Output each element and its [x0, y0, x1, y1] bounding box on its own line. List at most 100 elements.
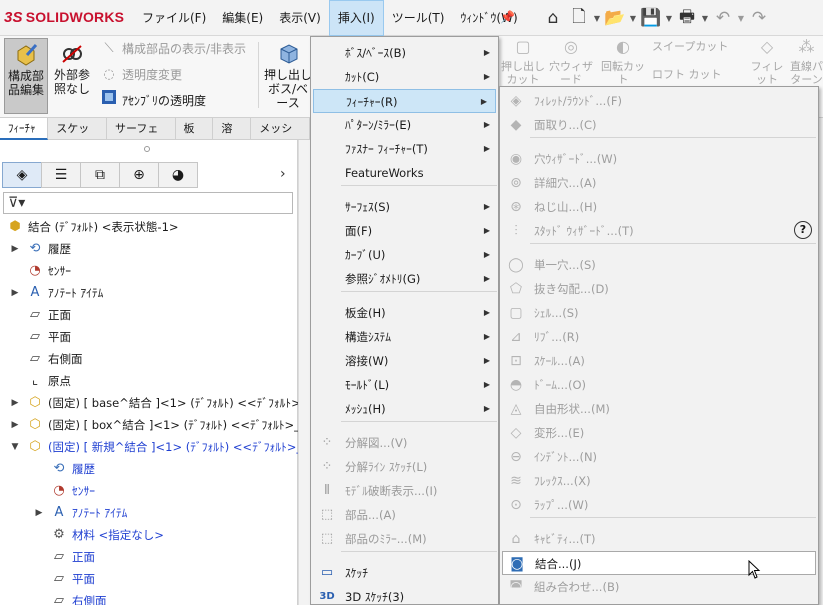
chevron-down-icon[interactable]: ▼: [628, 14, 638, 23]
tree-item[interactable]: ▶ A ｱﾉﾃｰﾄ ｱｲﾃﾑ: [0, 502, 298, 524]
help-icon[interactable]: ?: [794, 221, 812, 239]
save-icon[interactable]: 💾: [638, 4, 664, 32]
print-icon[interactable]: 🖶: [674, 4, 700, 32]
insert-menu-face[interactable]: 面(F) ▶: [311, 219, 498, 243]
insert-menu-explode-line-sketch[interactable]: ⁘ 分解ﾗｲﾝ ｽｹｯﾁ(L): [311, 455, 498, 479]
undo-icon[interactable]: ↶: [710, 4, 736, 32]
insert-menu-features[interactable]: ﾌｨｰﾁｬｰ(R) ▶: [313, 89, 496, 113]
tree-item[interactable]: ▼ ⬡ (固定) [ 新規^結合 ]<1> (ﾃﾞﾌｫﾙﾄ) <<ﾃﾞﾌｫﾙﾄ>_表: [0, 436, 298, 458]
feature-menu-deform[interactable]: ◇ 変形...(E): [500, 421, 818, 445]
tree-item[interactable]: ⬢ 結合 (ﾃﾞﾌｫﾙﾄ) <表示状態-1>: [0, 216, 298, 238]
tree-item[interactable]: ▶ A ｱﾉﾃｰﾄ ｱｲﾃﾑ: [0, 282, 298, 304]
feature-menu-thread[interactable]: ⊛ ねじ山...(H): [500, 195, 818, 219]
insert-menu-curve[interactable]: ｶｰﾌﾞ(U) ▶: [311, 243, 498, 267]
feature-menu-draft[interactable]: ⬠ 抜き勾配...(D): [500, 277, 818, 301]
feature-menu-wrap[interactable]: ⊙ ﾗｯﾌﾟ...(W): [500, 493, 818, 517]
tree-item[interactable]: ⌞ 原点: [0, 370, 298, 392]
fillet-button[interactable]: ◇ フィレット: [748, 39, 786, 87]
tree-item[interactable]: ⟲ 履歴: [0, 458, 298, 480]
pane-grip-handle[interactable]: [144, 146, 150, 152]
redo-icon[interactable]: ↷: [746, 4, 772, 32]
insert-menu-boss-base[interactable]: ﾎﾞｽ/ﾍﾞｰｽ(B) ▶: [311, 41, 498, 65]
feature-menu-advanced-hole[interactable]: ⊚ 詳細穴...(A): [500, 171, 818, 195]
tab-sketch[interactable]: スケッチ: [48, 118, 108, 157]
revolve-cut-button[interactable]: ◐ 回転カット: [598, 39, 648, 87]
loft-cut-button[interactable]: ロフト カット: [652, 68, 736, 81]
change-transparency-button[interactable]: ◌ 透明度変更: [100, 64, 182, 86]
tree-item[interactable]: ▶ ⬡ (固定) [ box^結合 ]<1> (ﾃﾞﾌｫﾙﾄ) <<ﾃﾞﾌｫﾙﾄ>_…: [0, 414, 298, 436]
expand-arrow-icon[interactable]: ▶: [10, 414, 20, 436]
edit-component-button[interactable]: 構成部品編集: [4, 38, 48, 114]
feature-menu-indent[interactable]: ⊖ ｲﾝﾃﾞﾝﾄ...(N): [500, 445, 818, 469]
new-document-icon[interactable]: 🗋: [566, 4, 592, 32]
feature-menu-stud-wizard[interactable]: ⫶ ｽﾀｯﾄﾞ ｳｨｻﾞｰﾄﾞ...(T): [500, 219, 818, 243]
insert-menu-part[interactable]: ⬚ 部品...(A): [311, 503, 498, 527]
feature-manager-tab[interactable]: ◈: [2, 162, 42, 188]
tree-item[interactable]: ▱ 右側面: [0, 348, 298, 370]
configuration-manager-tab[interactable]: ⧉: [80, 162, 120, 188]
menu-view[interactable]: 表示(V): [271, 0, 329, 36]
assembly-transparency-button[interactable]: ｱｾﾝﾌﾞﾘの透明度: [100, 90, 206, 112]
no-external-ref-button[interactable]: 外部参照なし: [50, 38, 94, 114]
dimxpert-tab[interactable]: ⊕: [119, 162, 159, 188]
show-hide-components-button[interactable]: ⟍ 構成部品の表示/非表示: [100, 38, 246, 60]
insert-menu-cut[interactable]: ｶｯﾄ(C) ▶: [311, 65, 498, 89]
chevron-down-icon[interactable]: ▼: [592, 14, 602, 23]
sweep-cut-button[interactable]: スイープカット: [652, 40, 736, 53]
feature-menu-join[interactable]: ◚ 組み合わせ...(B): [500, 575, 818, 599]
insert-menu-mesh[interactable]: ﾒｯｼｭ(H) ▶: [311, 397, 498, 421]
property-manager-tab[interactable]: ☰: [41, 162, 81, 188]
menu-file[interactable]: ファイル(F): [134, 0, 214, 36]
tab-features[interactable]: ﾌｨｰﾁｬｰ: [0, 118, 49, 157]
feature-menu-fillet[interactable]: ◈ ﾌｨﾚｯﾄ/ﾗｳﾝﾄﾞ...(F): [500, 89, 818, 113]
insert-menu-surface[interactable]: ｻｰﾌｪｽ(S) ▶: [311, 195, 498, 219]
insert-menu-model-break-view[interactable]: ⫴ ﾓﾃﾞﾙ破断表示...(I): [311, 479, 498, 503]
tree-item[interactable]: ▱ 正面: [0, 304, 298, 326]
tree-item[interactable]: ⚙ 材料 <指定なし>: [0, 524, 298, 546]
tab-surfaces[interactable]: サーフェス: [107, 118, 176, 157]
tree-item[interactable]: ▱ 右側面: [0, 590, 298, 605]
tree-filter-box[interactable]: ⊽▾: [3, 192, 293, 214]
insert-menu-pattern-mirror[interactable]: ﾊﾟﾀｰﾝ/ﾐﾗｰ(E) ▶: [311, 113, 498, 137]
expand-arrow-icon[interactable]: ▶: [10, 392, 20, 414]
tree-item[interactable]: ▱ 平面: [0, 326, 298, 348]
tree-item[interactable]: ▶ ⟲ 履歴: [0, 238, 298, 260]
feature-menu-scale[interactable]: ⊡ ｽｹｰﾙ...(A): [500, 349, 818, 373]
feature-menu-flex[interactable]: ≋ ﾌﾚｯｸｽ...(X): [500, 469, 818, 493]
feature-menu-cavity[interactable]: ⌂ ｷｬﾋﾞﾃｨ...(T): [500, 527, 818, 551]
home-icon[interactable]: ⌂: [540, 4, 566, 32]
insert-menu-sheet-metal[interactable]: 板金(H) ▶: [311, 301, 498, 325]
tree-item[interactable]: ▱ 平面: [0, 568, 298, 590]
feature-menu-simple-hole[interactable]: ◯ 単一穴...(S): [500, 253, 818, 277]
feature-menu-dome[interactable]: ◓ ﾄﾞｰﾑ...(O): [500, 373, 818, 397]
display-manager-tab[interactable]: ◕: [158, 162, 198, 188]
chevron-down-icon[interactable]: ▼: [700, 14, 710, 23]
menu-edit[interactable]: 編集(E): [214, 0, 271, 36]
insert-menu-exploded-view[interactable]: ⁘ 分解図...(V): [311, 431, 498, 455]
chevron-down-icon[interactable]: ▼: [664, 14, 674, 23]
insert-menu-weldments[interactable]: 溶接(W) ▶: [311, 349, 498, 373]
open-folder-icon[interactable]: 📂: [602, 4, 628, 32]
insert-menu-sketch[interactable]: ▭ ｽｹｯﾁ: [311, 561, 498, 585]
insert-menu-mold[interactable]: ﾓｰﾙﾄﾞ(L) ▶: [311, 373, 498, 397]
solidworks-logo[interactable]: 3S SOLIDWORKS: [4, 9, 124, 26]
linear-pattern-button[interactable]: ⁂ 直線パターン: [790, 39, 823, 87]
insert-menu-structure-system[interactable]: 構造ｼｽﾃﾑ ▶: [311, 325, 498, 349]
filter-icon[interactable]: ⊽▾: [8, 195, 25, 211]
feature-menu-shell[interactable]: ▢ ｼｪﾙ...(S): [500, 301, 818, 325]
menu-insert[interactable]: 挿入(I): [328, 0, 384, 36]
expand-arrow-icon[interactable]: ▶: [34, 502, 44, 524]
insert-menu-mirror-part[interactable]: ⬚ 部品のﾐﾗｰ...(M): [311, 527, 498, 551]
insert-menu-fastener-feature[interactable]: ﾌｧｽﾅｰ ﾌｨｰﾁｬｰ(T) ▶: [311, 137, 498, 161]
tab-weldments[interactable]: 溶接: [213, 118, 252, 157]
feature-menu-chamfer[interactable]: ◆ 面取り...(C): [500, 113, 818, 137]
tree-item[interactable]: ◔ ｾﾝｻｰ: [0, 480, 298, 502]
feature-menu-free-form[interactable]: ◬ 自由形状...(M): [500, 397, 818, 421]
tab-mesh[interactable]: メッシュ: [251, 118, 310, 157]
chevron-down-icon[interactable]: ▼: [736, 14, 746, 23]
collapse-arrow-icon[interactable]: ▼: [10, 436, 20, 458]
extrude-cut-button[interactable]: ▢ 押し出しカット: [500, 39, 546, 87]
feature-menu-combine[interactable]: ◙ 結合...(J): [502, 551, 816, 575]
expand-arrow-icon[interactable]: ▶: [10, 238, 20, 260]
tree-item[interactable]: ▱ 正面: [0, 546, 298, 568]
